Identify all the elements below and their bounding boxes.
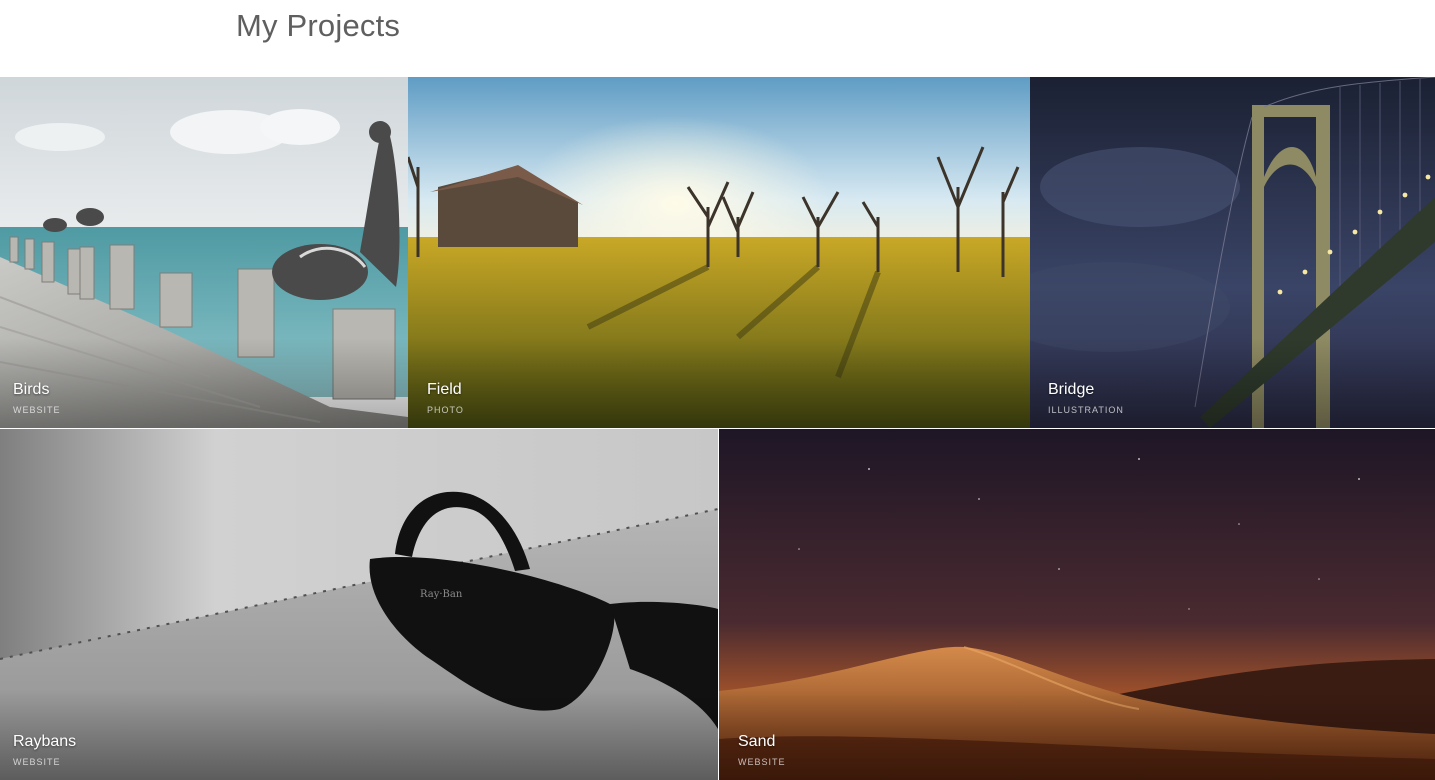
project-title: Raybans [13, 733, 77, 750]
project-caption: Raybans WEBSITE [13, 732, 76, 768]
caption-shade [408, 338, 1030, 428]
project-title: Sand [738, 733, 776, 750]
project-tile-birds[interactable]: Birds WEBSITE [0, 77, 408, 428]
project-title: Bridge [1048, 381, 1095, 398]
project-tile-field[interactable]: Field PHOTO [408, 77, 1030, 428]
svg-text:Ray·Ban: Ray·Ban [420, 589, 463, 600]
project-caption: Sand WEBSITE [738, 732, 786, 768]
project-category: PHOTO [427, 405, 464, 415]
project-category: WEBSITE [738, 757, 786, 767]
page-header: My Projects [0, 0, 1435, 77]
project-caption: Birds WEBSITE [13, 380, 61, 416]
project-caption: Bridge ILLUSTRATION [1048, 380, 1124, 416]
project-tile-bridge[interactable]: Bridge ILLUSTRATION [1030, 77, 1435, 428]
caption-shade [719, 690, 1435, 780]
portfolio-page: My Projects Birds WEBSITE Field PHOTO Br… [0, 0, 1435, 780]
caption-shade [0, 690, 718, 780]
project-title: Birds [13, 381, 50, 398]
project-grid: Birds WEBSITE Field PHOTO Bridge ILLUSTR… [0, 77, 1435, 780]
project-tile-sand[interactable]: Sand WEBSITE [719, 429, 1435, 780]
project-caption: Field PHOTO [427, 380, 464, 416]
project-tile-raybans[interactable]: Ray·Ban Raybans WEBSITE [0, 429, 718, 780]
caption-shade [0, 338, 408, 428]
project-category: ILLUSTRATION [1048, 405, 1124, 415]
project-title: Field [427, 381, 462, 398]
project-category: WEBSITE [13, 405, 61, 415]
project-category: WEBSITE [13, 757, 61, 767]
page-title: My Projects [236, 8, 401, 43]
